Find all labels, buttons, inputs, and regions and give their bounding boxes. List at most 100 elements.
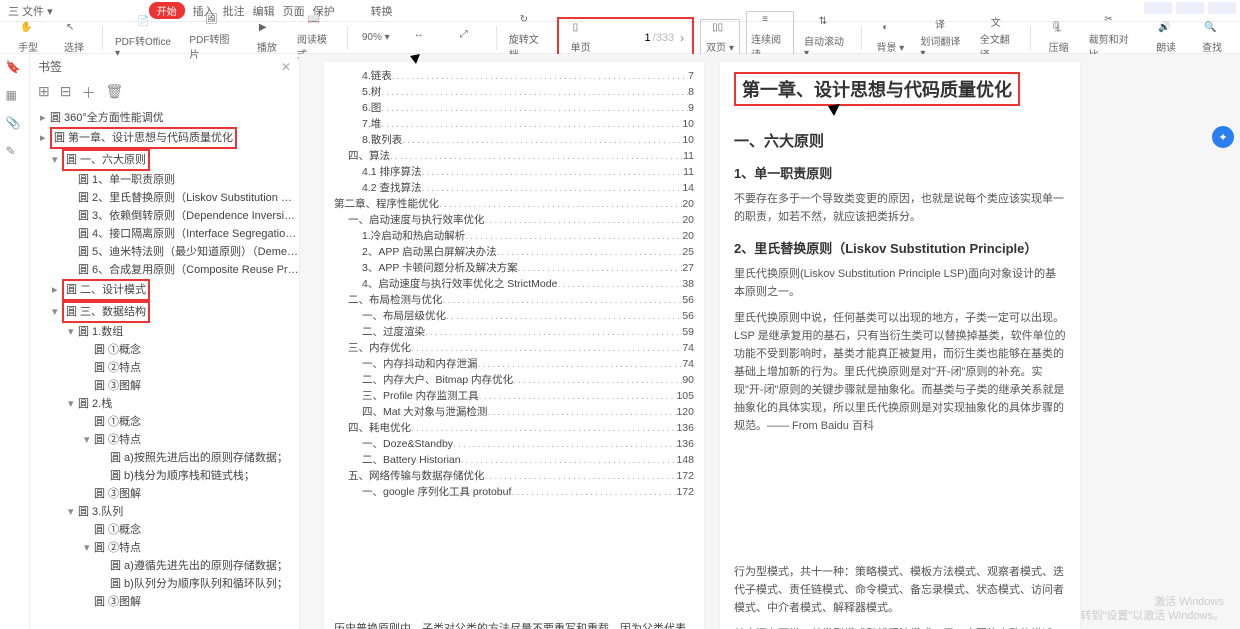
toc-row[interactable]: 一、内存抖动和内存泄漏.............................…: [334, 356, 694, 372]
outline-item[interactable]: 圓 ②特点: [34, 431, 299, 449]
outline-item[interactable]: 圓 ②特点: [34, 359, 299, 377]
collapse-all-icon[interactable]: ⊟: [60, 83, 72, 103]
outline-item[interactable]: 圓 三、数据结构: [34, 301, 299, 323]
toc-row[interactable]: 4、启动速度与执行效率优化之 StrictMode...............…: [334, 276, 694, 292]
toc-row[interactable]: 三、内存优化..................................…: [334, 340, 694, 356]
toc-row[interactable]: 第二章、程序性能优化..............................…: [334, 196, 694, 212]
outline-item[interactable]: 圓 ①概念: [34, 521, 299, 539]
document-viewport: 4.链表....................................…: [300, 54, 1240, 629]
toc-row[interactable]: 三、Profile 内存监测工具........................…: [334, 388, 694, 404]
thumbnail-tab-icon[interactable]: ▦: [6, 88, 24, 106]
play-icon: ▶: [259, 22, 275, 38]
principle-2-text-2: 里氏代换原则中说，任何基类可以出现的地方，子类一定可以出现。 LSP 是继承复用…: [734, 309, 1066, 435]
outline-item[interactable]: 圓 ③图解: [34, 593, 299, 611]
outline-item[interactable]: 圓 2、里氏替换原则（Liskov Substitution Principle…: [34, 189, 299, 207]
toc-row[interactable]: 二、内存大户、Bitmap 内存优化......................…: [334, 372, 694, 388]
assistant-bubble-icon[interactable]: ✦: [1212, 126, 1234, 148]
outline-item[interactable]: 圓 360°全方面性能调优: [34, 109, 299, 127]
doc-translate-icon: 文: [991, 14, 1007, 30]
toc-row[interactable]: 4.1 排序算法................................…: [334, 164, 694, 180]
toc-row[interactable]: 二、过度渲染..................................…: [334, 324, 694, 340]
compress-button[interactable]: 🗜压缩: [1039, 20, 1079, 56]
outline-item[interactable]: 圓 3.队列: [34, 503, 299, 521]
crop-icon: ✂: [1104, 14, 1120, 30]
right-para-5: 其实还有两类：并发型模式和线程池模式。用一个图片来整体描述一下：: [734, 625, 1066, 629]
hand-tool-button[interactable]: ✋手型: [8, 20, 48, 56]
outline-item[interactable]: 圓 b)栈分为顺序栈和链式栈；: [34, 467, 299, 485]
table-of-contents: 4.链表....................................…: [334, 68, 694, 500]
outline-item[interactable]: 圓 ③图解: [34, 377, 299, 395]
toc-row[interactable]: 一、启动速度与执行效率优化...........................…: [334, 212, 694, 228]
toc-row[interactable]: 四、耗电优化..................................…: [334, 420, 694, 436]
toc-row[interactable]: 1.冷启动和热启动解析.............................…: [334, 228, 694, 244]
outline-item[interactable]: 圓 二、设计模式: [34, 279, 299, 301]
windows-watermark: 激活 Windows转到"设置"以激活 Windows。: [1081, 595, 1225, 623]
toc-row[interactable]: 8.散列表...................................…: [334, 132, 694, 148]
principle-2-heading: 2、里氏替换原则（Liskov Substitution Principle）: [734, 238, 1066, 257]
play-button[interactable]: ▶播放: [247, 20, 287, 56]
window-corner-icons: [1144, 2, 1236, 14]
toc-row[interactable]: 5.树.....................................…: [334, 84, 694, 100]
outline-item[interactable]: 圓 a)遵循先进先出的原则存储数据；: [34, 557, 299, 575]
toc-row[interactable]: 2、APP 启动黑白屏解决办法.........................…: [334, 244, 694, 260]
toc-row[interactable]: 二、Battery Historian.....................…: [334, 452, 694, 468]
toc-row[interactable]: 四、算法....................................…: [334, 148, 694, 164]
left-para-1: 历史普换原则中，子类对父类的方法尽量不要重写和重载。因为父类代表了定义好的结构，…: [334, 620, 694, 629]
attachment-tab-icon[interactable]: 📎: [6, 116, 24, 134]
single-page-icon: ▯: [573, 22, 589, 38]
toc-row[interactable]: 一、google 序列化工具 protobuf.................…: [334, 484, 694, 500]
sidebar-close-icon[interactable]: ✕: [281, 60, 291, 74]
fit-width-button[interactable]: ↔: [402, 27, 442, 48]
zoom-dropdown[interactable]: 90% ▾: [356, 30, 396, 45]
outline-item[interactable]: 圓 第一章、设计思想与代码质量优化: [34, 127, 299, 149]
outline-item[interactable]: 圓 一、六大原则: [34, 149, 299, 171]
principle-1-heading: 1、单一职责原则: [734, 163, 1066, 182]
toc-row[interactable]: 二、布局检测与优化...............................…: [334, 292, 694, 308]
outline-item[interactable]: 圓 5、迪米特法则（最少知道原则）（Demeter Principle）: [34, 243, 299, 261]
toc-row[interactable]: 4.链表....................................…: [334, 68, 694, 84]
outline-item[interactable]: 圓 1.数组: [34, 323, 299, 341]
bookmark-tab-icon[interactable]: 🔖: [6, 60, 24, 78]
outline-add-icon[interactable]: ＋: [81, 83, 95, 103]
outline-item[interactable]: 圓 a)按照先进后出的原则存储数据；: [34, 449, 299, 467]
outline-item[interactable]: 圓 ①概念: [34, 341, 299, 359]
menu-convert[interactable]: 转换: [371, 3, 393, 19]
outline-item[interactable]: 圓 3、依赖倒转原则（Dependence Inversion Principl…: [34, 207, 299, 225]
toc-row[interactable]: 一、布局层级优化................................…: [334, 308, 694, 324]
select-tool-button[interactable]: ↖选择: [54, 20, 94, 56]
main-toolbar: ✋手型 ↖选择 📄PDF转Office ▾ 🖼PDF转图片 ▶播放 📖阅读模式 …: [0, 22, 1240, 54]
outline-item[interactable]: 圓 ①概念: [34, 413, 299, 431]
outline-delete-icon[interactable]: 🗑: [105, 83, 123, 103]
chapter-title: 第一章、设计思想与代码质量优化: [734, 72, 1020, 106]
signature-tab-icon[interactable]: ✎: [6, 144, 24, 162]
translate-icon: 译: [935, 16, 951, 32]
toc-row[interactable]: 一、Doze&Standby..........................…: [334, 436, 694, 452]
menu-edit[interactable]: 编辑: [253, 3, 275, 19]
outline-item[interactable]: 圓 6、合成复用原则（Composite Reuse Principle）: [34, 261, 299, 279]
single-page-button[interactable]: ▯单页: [561, 20, 601, 56]
outline-item[interactable]: 圓 1、单一职责原则: [34, 171, 299, 189]
outline-item[interactable]: 圓 b)队列分为顺序队列和循环队列；: [34, 575, 299, 593]
double-page-button[interactable]: ▯▯双页 ▾: [700, 19, 740, 57]
compress-icon: 🗜: [1051, 22, 1067, 38]
toc-row[interactable]: 3、APP 卡顿问题分析及解决方案.......................…: [334, 260, 694, 276]
page-next-button[interactable]: ›: [676, 31, 688, 45]
toc-row[interactable]: 4.2 查找算法................................…: [334, 180, 694, 196]
find-button[interactable]: 🔍查找: [1192, 20, 1232, 56]
fit-page-button[interactable]: ⤢: [448, 27, 488, 48]
sidebar-tools: ⊞ ⊟ ＋ 🗑: [30, 79, 299, 107]
outline-item[interactable]: 圓 ③图解: [34, 485, 299, 503]
voice-button[interactable]: 🔊朗读: [1146, 20, 1186, 56]
background-button[interactable]: ◐背景 ▾: [870, 20, 910, 56]
outline-item[interactable]: 圓 ②特点: [34, 539, 299, 557]
toc-row[interactable]: 7.堆.....................................…: [334, 116, 694, 132]
outline-item[interactable]: 圓 4、接口隔离原则（Interface Segregation Princip…: [34, 225, 299, 243]
outline-item[interactable]: 圓 2.栈: [34, 395, 299, 413]
toc-row[interactable]: 6.图.....................................…: [334, 100, 694, 116]
page-number-input[interactable]: [603, 32, 651, 44]
cursor-icon: ↖: [66, 22, 82, 38]
expand-all-icon[interactable]: ⊞: [38, 83, 50, 103]
menu-file[interactable]: 三 文件 ▾: [8, 3, 53, 19]
toc-row[interactable]: 四、Mat 大对象与泄漏检测..........................…: [334, 404, 694, 420]
toc-row[interactable]: 五、网络传输与数据存储优化...........................…: [334, 468, 694, 484]
